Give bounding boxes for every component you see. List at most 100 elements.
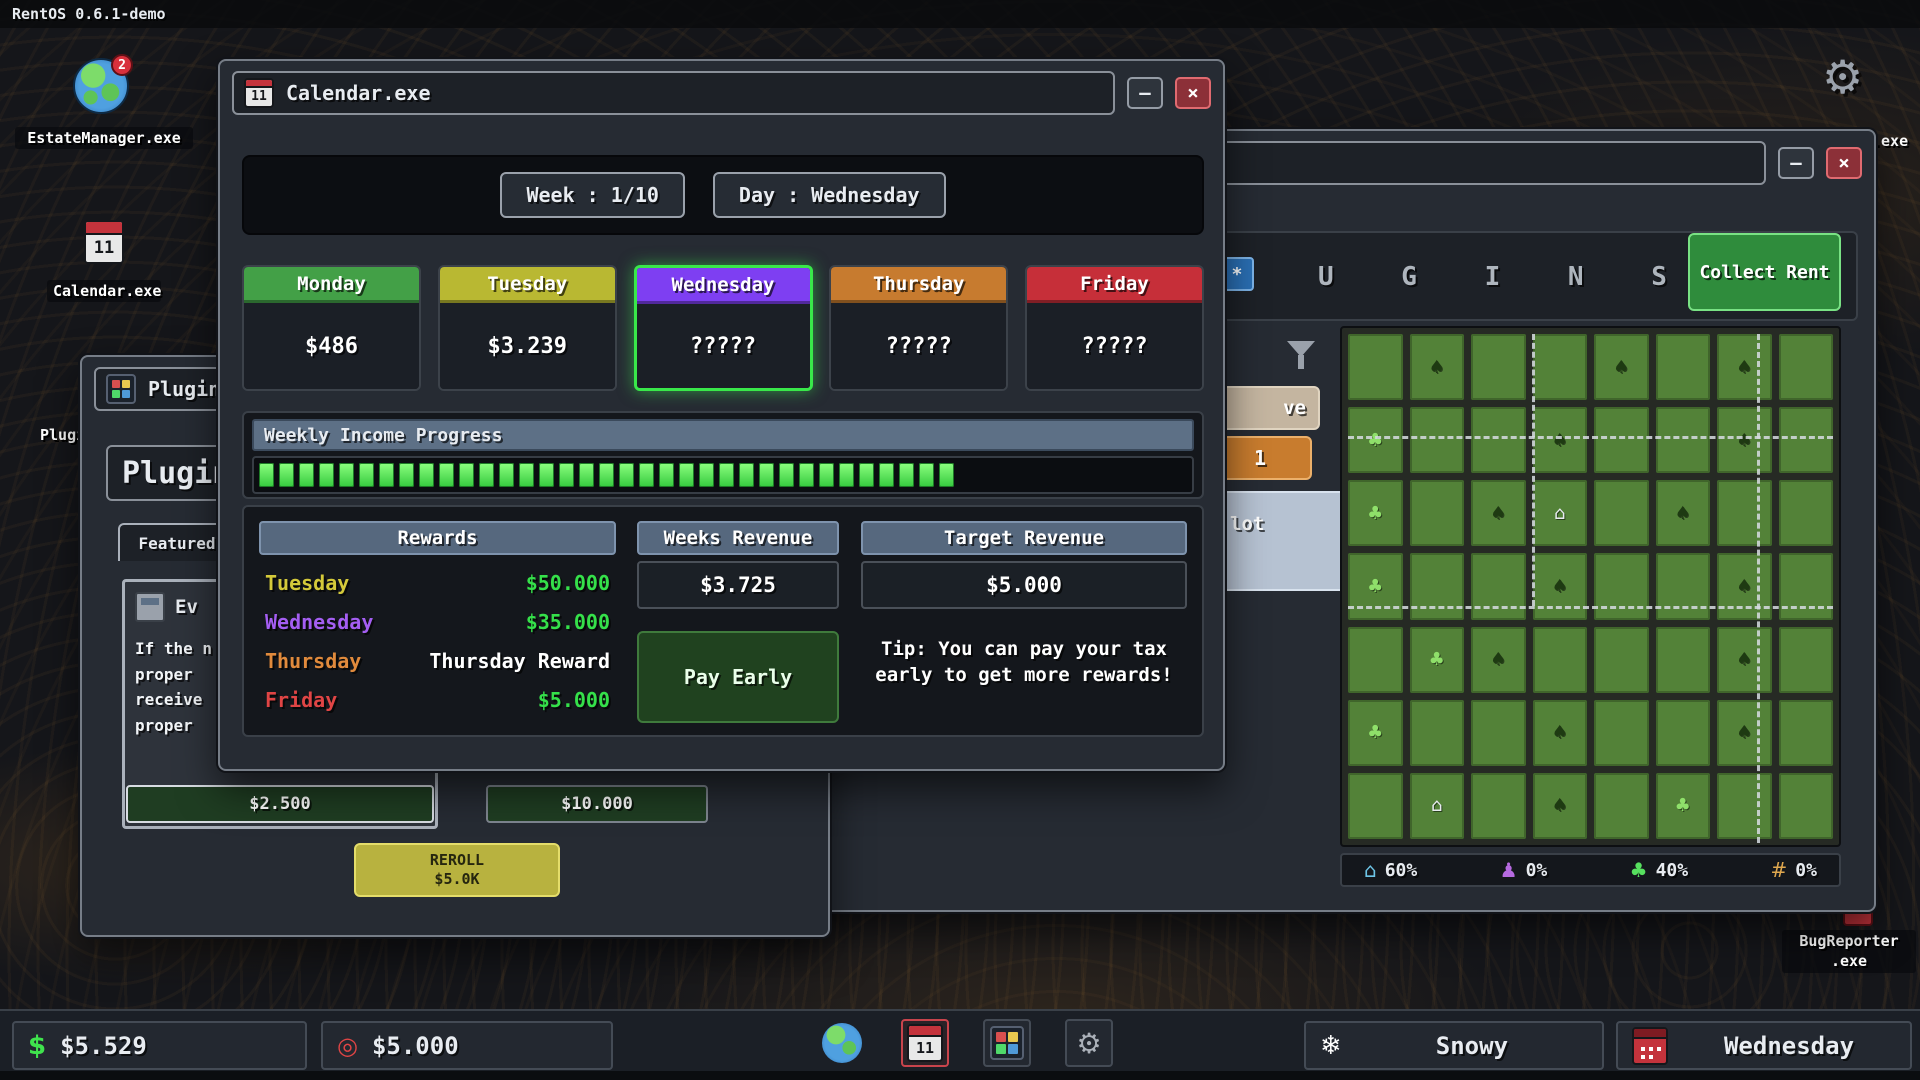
weather-display[interactable]: ❄ Snowy <box>1304 1021 1604 1070</box>
reroll-button[interactable]: REROLL $5.0K <box>354 843 560 897</box>
taskbar-settings-button[interactable]: ⚙ <box>1065 1019 1113 1067</box>
map-parcel[interactable] <box>1594 480 1649 546</box>
map-parcel[interactable] <box>1410 407 1465 473</box>
progress-segment <box>419 463 434 487</box>
map-parcel[interactable] <box>1594 407 1649 473</box>
map-parcel[interactable] <box>1779 407 1834 473</box>
map-parcel[interactable]: ♠ <box>1717 407 1772 473</box>
taskbar-globe-button[interactable] <box>818 1019 866 1067</box>
map-parcel[interactable]: ♠ <box>1471 480 1526 546</box>
map-parcel[interactable]: ♠ <box>1717 553 1772 619</box>
map-parcel[interactable] <box>1471 773 1526 839</box>
calendar-red-icon <box>1632 1027 1668 1065</box>
buy-button-left[interactable]: $2.500 <box>126 785 434 823</box>
desktop-icon-calendar[interactable]: 11 <box>84 220 124 264</box>
day-card-value: ????? <box>1027 303 1202 389</box>
day-card-wednesday[interactable]: Wednesday????? <box>634 265 813 391</box>
map-parcel[interactable] <box>1471 334 1526 400</box>
taskbar-calendar-button[interactable]: 11 <box>901 1019 949 1067</box>
pay-early-button[interactable]: Pay Early <box>637 631 839 723</box>
day-card-friday[interactable]: Friday????? <box>1025 265 1204 391</box>
map-parcel[interactable]: ♠ <box>1410 334 1465 400</box>
map-parcel[interactable] <box>1471 553 1526 619</box>
map-parcel[interactable]: ♣ <box>1348 480 1403 546</box>
money-display[interactable]: $ $5.529 <box>12 1021 307 1070</box>
tree-icon: ♠ <box>1552 430 1568 451</box>
map-parcel-grid: ♠♠♠♣♠♠♣♠⌂♠♣♠♠♣♠♠♣♠♠⌂♠♣ <box>1348 334 1833 839</box>
day-card-tuesday[interactable]: Tuesday$3.239 <box>438 265 617 391</box>
day-display[interactable]: Wednesday <box>1616 1021 1912 1070</box>
filter-funnel-icon[interactable] <box>1287 341 1315 357</box>
map-parcel[interactable] <box>1717 480 1772 546</box>
map-parcel[interactable] <box>1656 334 1711 400</box>
map-parcel[interactable] <box>1348 773 1403 839</box>
estate-minimize-button[interactable]: – <box>1778 147 1814 179</box>
map-parcel[interactable] <box>1348 334 1403 400</box>
map-parcel[interactable]: ♠ <box>1533 700 1588 766</box>
day-card-monday[interactable]: Monday$486 <box>242 265 421 391</box>
calendar-close-button[interactable]: × <box>1175 77 1211 109</box>
map-parcel[interactable]: ♣ <box>1410 627 1465 693</box>
map-parcel[interactable]: ♠ <box>1717 334 1772 400</box>
estate-close-button[interactable]: × <box>1826 147 1862 179</box>
map-parcel[interactable] <box>1410 553 1465 619</box>
map-parcel[interactable] <box>1656 700 1711 766</box>
map-parcel[interactable] <box>1594 773 1649 839</box>
map-parcel[interactable] <box>1348 627 1403 693</box>
map-parcel[interactable] <box>1779 480 1834 546</box>
map-parcel[interactable]: ⌂ <box>1410 773 1465 839</box>
day-card-thursday[interactable]: Thursday????? <box>829 265 1008 391</box>
weekly-income-label: Weekly Income Progress <box>252 419 1194 451</box>
day-card-header: Tuesday <box>440 267 615 303</box>
map-parcel[interactable] <box>1656 407 1711 473</box>
target-display[interactable]: ◎ $5.000 <box>321 1021 613 1070</box>
map-parcel[interactable]: ♠ <box>1717 627 1772 693</box>
map-parcel[interactable] <box>1533 334 1588 400</box>
map-parcel[interactable] <box>1779 700 1834 766</box>
map-parcel[interactable] <box>1533 627 1588 693</box>
map-parcel[interactable]: ♠ <box>1533 553 1588 619</box>
taskbar-plugin-button[interactable] <box>983 1019 1031 1067</box>
map-parcel[interactable] <box>1471 700 1526 766</box>
collect-rent-button[interactable]: Collect Rent <box>1688 233 1841 311</box>
map-parcel[interactable]: ♣ <box>1656 773 1711 839</box>
map-parcel[interactable]: ♠ <box>1656 480 1711 546</box>
map-parcel[interactable] <box>1410 700 1465 766</box>
map-parcel[interactable] <box>1717 773 1772 839</box>
map-parcel[interactable] <box>1779 627 1834 693</box>
reward-row: Tuesday$50.000 <box>259 563 616 602</box>
progress-segment <box>639 463 654 487</box>
progress-segment <box>499 463 514 487</box>
map-parcel[interactable] <box>1410 480 1465 546</box>
bricks-icon: # <box>1771 858 1788 882</box>
map-parcel[interactable]: ♠ <box>1471 627 1526 693</box>
calendar-minimize-button[interactable]: – <box>1127 77 1163 109</box>
map-parcel[interactable]: ♠ <box>1533 407 1588 473</box>
map-parcel[interactable]: ♣ <box>1348 553 1403 619</box>
map-parcel[interactable] <box>1471 407 1526 473</box>
tree-icon: ♠ <box>1490 503 1506 524</box>
map-parcel[interactable] <box>1779 773 1834 839</box>
map-parcel[interactable]: ⌂ <box>1533 480 1588 546</box>
target-value: $5.000 <box>372 1032 459 1060</box>
map-parcel[interactable] <box>1594 553 1649 619</box>
map-parcel[interactable] <box>1779 553 1834 619</box>
map-parcel[interactable] <box>1656 553 1711 619</box>
map-parcel[interactable] <box>1656 627 1711 693</box>
map-parcel[interactable]: ♣ <box>1348 700 1403 766</box>
desktop-icon-estatemanager[interactable]: 2 <box>73 58 129 114</box>
map-parcel[interactable]: ♣ <box>1348 407 1403 473</box>
map-parcel[interactable]: ♠ <box>1594 334 1649 400</box>
house-icon: ⌂ <box>1364 858 1377 882</box>
map-parcel[interactable]: ♠ <box>1717 700 1772 766</box>
day-card-value: $3.239 <box>440 303 615 389</box>
map-parcel[interactable] <box>1594 627 1649 693</box>
estate-map: ♠♠♠♣♠♠♣♠⌂♠♣♠♠♣♠♠♣♠♠⌂♠♣ <box>1340 326 1841 847</box>
map-parcel[interactable] <box>1779 334 1834 400</box>
settings-gear-icon[interactable]: ⚙ <box>1822 50 1863 104</box>
buy-button-right[interactable]: $10.000 <box>486 785 708 823</box>
map-parcel[interactable]: ♠ <box>1533 773 1588 839</box>
reroll-price: $5.0K <box>434 870 479 890</box>
map-parcel[interactable] <box>1594 700 1649 766</box>
calendar-titlebar[interactable]: 11 Calendar.exe – × <box>220 61 1223 125</box>
